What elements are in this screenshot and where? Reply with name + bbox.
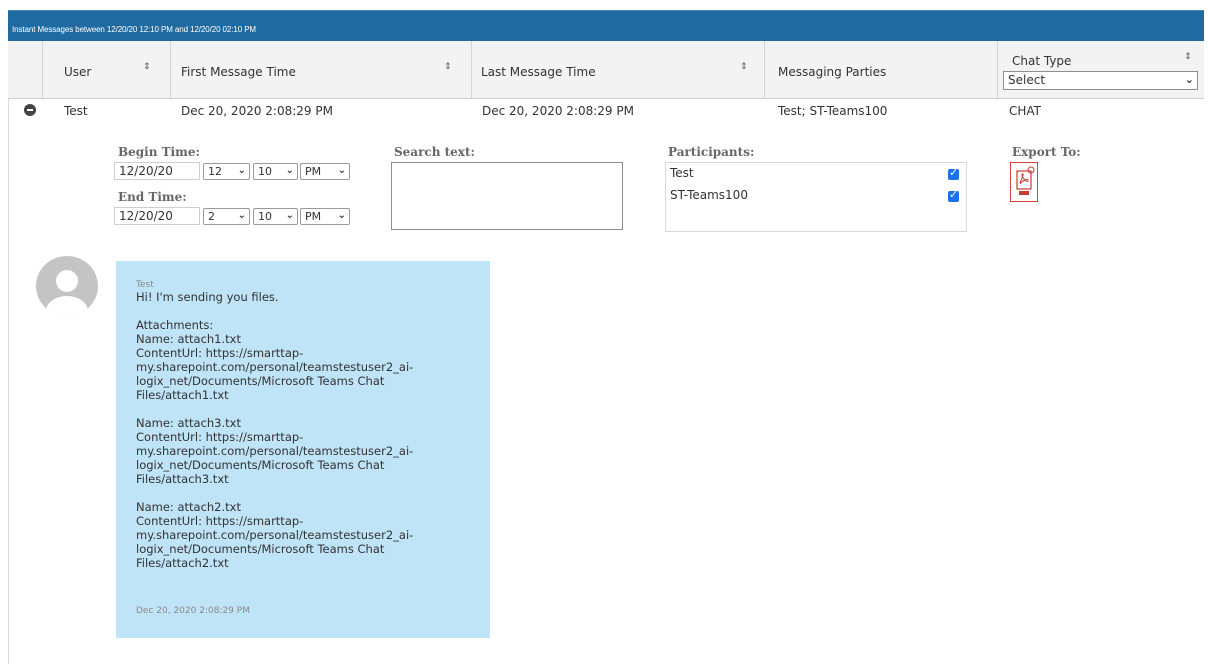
participant-name: Test	[670, 166, 694, 180]
message-sender: Test	[136, 280, 154, 290]
begin-date-input[interactable]: 12/20/20	[114, 162, 200, 180]
end-minute-value: 10	[258, 210, 272, 223]
row-last-message-time: Dec 20, 2020 2:08:29 PM	[482, 104, 634, 118]
end-ampm-select[interactable]: PM ⌄	[300, 208, 350, 225]
message-timestamp: Dec 20, 2020 2:08:29 PM	[136, 606, 250, 616]
column-header-last-message-time[interactable]: Last Message Time	[481, 65, 596, 79]
end-time-label: End Time:	[118, 190, 187, 204]
end-minute-select[interactable]: 10 ⌄	[253, 208, 298, 225]
column-header-user[interactable]: User	[64, 65, 91, 79]
sort-icon[interactable]: ⇕	[444, 62, 452, 72]
search-text-input[interactable]	[391, 162, 623, 230]
search-text-label: Search text:	[394, 145, 475, 159]
participants-list: Test ST-Teams100	[665, 162, 967, 232]
panel-titlebar: Instant Messages between 12/20/20 12:10 …	[8, 10, 1204, 42]
participants-label: Participants:	[668, 145, 755, 159]
begin-hour-select[interactable]: 12 ⌄	[203, 163, 250, 180]
chevron-down-icon: ⌄	[237, 165, 246, 176]
message-body: Hi! I'm sending you files. Attachments: …	[136, 290, 414, 570]
end-date-value: 12/20/20	[119, 209, 173, 223]
sort-icon[interactable]: ⇕	[740, 62, 748, 72]
avatar-head	[56, 270, 78, 292]
chat-type-select-value: Select	[1008, 73, 1046, 87]
chevron-down-icon: ⌄	[337, 210, 346, 221]
row-first-message-time: Dec 20, 2020 2:08:29 PM	[181, 104, 333, 118]
column-header-messaging-parties[interactable]: Messaging Parties	[778, 65, 886, 79]
begin-hour-value: 12	[208, 165, 222, 178]
begin-minute-value: 10	[258, 165, 272, 178]
chat-type-filter-select[interactable]: Select ⌄	[1003, 71, 1198, 90]
end-ampm-value: PM	[305, 210, 322, 223]
avatar	[36, 256, 98, 316]
end-date-input[interactable]: 12/20/20	[114, 207, 200, 225]
participant-name: ST-Teams100	[670, 188, 748, 202]
column-divider	[471, 41, 472, 98]
row-messaging-parties: Test; ST-Teams100	[778, 104, 888, 118]
begin-minute-select[interactable]: 10 ⌄	[253, 163, 298, 180]
panel-title: Instant Messages between 12/20/20 12:10 …	[12, 25, 256, 34]
begin-ampm-value: PM	[305, 165, 322, 178]
chevron-down-icon: ⌄	[237, 210, 246, 221]
begin-date-value: 12/20/20	[119, 164, 173, 178]
end-hour-select[interactable]: 2 ⌄	[203, 208, 250, 225]
participant-checkbox[interactable]	[948, 166, 959, 180]
participant-checkbox[interactable]	[948, 188, 959, 202]
sort-icon[interactable]: ⇕	[143, 62, 151, 72]
column-header-first-message-time[interactable]: First Message Time	[181, 65, 296, 79]
begin-time-label: Begin Time:	[118, 145, 200, 159]
row-user: Test	[64, 104, 88, 118]
end-hour-value: 2	[208, 210, 215, 223]
chevron-down-icon: ⌄	[285, 210, 294, 221]
chevron-down-icon: ⌄	[1184, 73, 1194, 86]
pdf-export-button[interactable]	[1010, 162, 1038, 202]
column-divider	[170, 41, 171, 98]
column-header-chat-type[interactable]: Chat Type	[1012, 54, 1071, 68]
table-row[interactable]: Test Dec 20, 2020 2:08:29 PM Dec 20, 202…	[8, 98, 1204, 125]
column-divider	[42, 41, 43, 98]
row-chat-type: CHAT	[1009, 104, 1042, 118]
avatar-body	[46, 296, 88, 316]
export-to-label: Export To:	[1012, 145, 1081, 159]
sort-icon[interactable]: ⇕	[1184, 52, 1192, 62]
pdf-icon	[1016, 166, 1035, 195]
column-divider	[764, 41, 765, 98]
column-divider	[997, 41, 998, 98]
chevron-down-icon: ⌄	[337, 165, 346, 176]
chevron-down-icon: ⌄	[285, 165, 294, 176]
begin-ampm-select[interactable]: PM ⌄	[300, 163, 350, 180]
